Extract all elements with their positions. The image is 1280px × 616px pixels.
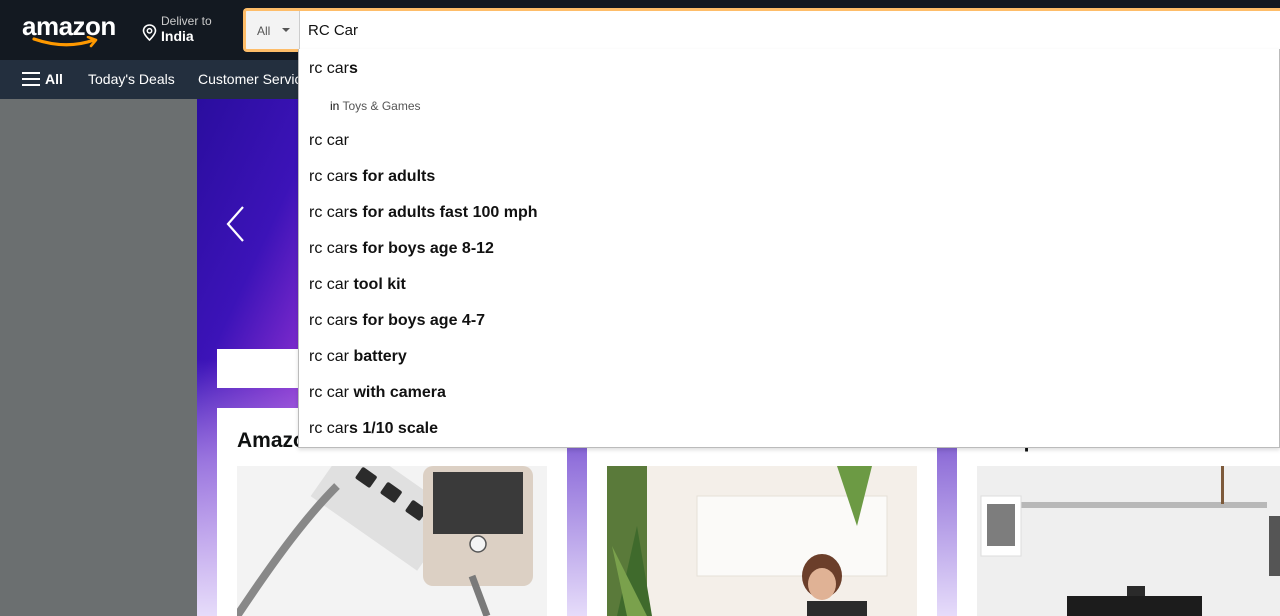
suggestion-item[interactable]: rc car battery [309,348,407,366]
suggestion-prefix: rc car [309,384,349,401]
suggestion-item[interactable]: rc car with camera [309,384,446,402]
card-image-fitness[interactable] [607,466,917,616]
suggestion-suffix: s [349,60,358,77]
search-suggestions-dropdown: rc cars in Toys & Games rc car rc cars f… [298,49,1280,448]
suggestion-item[interactable]: rc car tool kit [309,276,406,294]
card-image-desk[interactable] [977,466,1280,616]
suggestion-suffix: battery [349,348,407,365]
suggestion-suffix: s for adults [349,168,436,185]
suggestion-suffix: s for boys age 4-7 [349,312,486,329]
location-pin-icon [142,24,157,41]
page-overlay-left [0,99,197,616]
suggestion-prefix: rc car [309,168,349,185]
product-photo [607,466,917,616]
suggestion-item[interactable]: rc cars for adults fast 100 mph [309,204,538,222]
search-bar: All [243,8,1280,52]
amazon-logo[interactable]: amazon [22,12,122,50]
deliver-to-label: Deliver to [161,14,212,28]
suggestion-suffix: s for boys age 8-12 [349,240,494,257]
search-input[interactable] [302,11,1277,49]
suggestion-item[interactable]: rc cars for boys age 4-7 [309,312,485,330]
suggestion-prefix: rc car [309,132,349,149]
hamburger-icon [22,72,40,86]
suggestion-suffix: s 1/10 scale [349,420,438,437]
search-category-label: All [257,24,271,38]
suggestion-dept-name: Toys & Games [342,99,421,113]
deliver-location: India [161,28,194,44]
suggestion-prefix: rc car [309,312,349,329]
suggestion-prefix: rc car [309,240,349,257]
deliver-to[interactable]: Deliver to India [140,14,230,46]
product-photo [237,466,547,616]
suggestion-prefix: rc car [309,60,349,77]
suggestion-prefix: rc car [309,348,349,365]
card-image-cable[interactable] [237,466,547,616]
suggestion-suffix: with camera [349,384,446,401]
suggestion-item[interactable]: rc cars for boys age 8-12 [309,240,494,258]
nav-link-todays-deals[interactable]: Today's Deals [88,71,175,87]
chevron-left-icon[interactable] [224,204,248,244]
suggestion-prefix: rc car [309,276,349,293]
suggestion-dept-in: in [330,99,340,113]
all-menu-button[interactable]: All [22,71,63,87]
suggestion-prefix: rc car [309,420,349,437]
suggestion-suffix: tool kit [349,276,406,293]
suggestion-prefix: rc car [309,204,349,221]
suggestion-item[interactable]: rc cars 1/10 scale [309,420,438,438]
suggestion-suffix: s for adults fast 100 mph [349,204,538,221]
suggestion-department[interactable]: in Toys & Games [330,99,421,113]
all-menu-label: All [45,71,63,87]
smile-arrow-icon [32,36,98,48]
nav-link-customer-service[interactable]: Customer Servic [198,71,301,87]
product-photo [977,466,1280,616]
suggestion-item[interactable]: rc car [309,132,349,150]
suggestion-item[interactable]: rc cars [309,60,358,78]
caret-down-icon [282,28,290,32]
search-category-dropdown[interactable]: All [246,11,300,49]
suggestion-item[interactable]: rc cars for adults [309,168,435,186]
